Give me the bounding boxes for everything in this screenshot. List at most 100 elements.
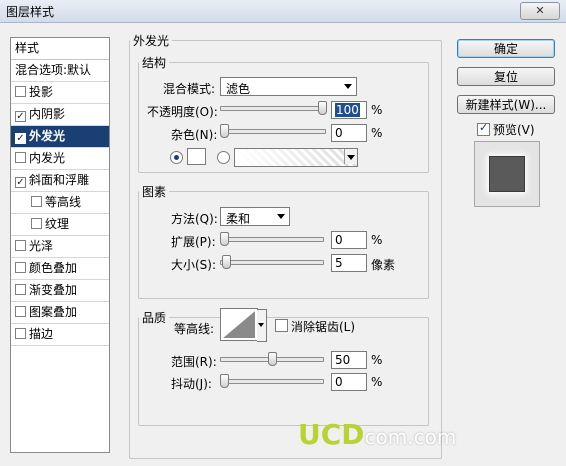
noise-slider-thumb[interactable] xyxy=(220,124,229,138)
checked-checkbox-icon[interactable]: ✓ xyxy=(15,133,26,144)
noise-slider[interactable] xyxy=(220,124,326,138)
style-list-item-label: 图案叠加 xyxy=(29,305,78,319)
checked-checkbox-icon[interactable]: ✓ xyxy=(15,177,26,188)
style-list-item-label: 光泽 xyxy=(29,239,54,253)
chevron-down-icon xyxy=(277,214,285,219)
spread-slider-thumb[interactable] xyxy=(220,232,229,246)
style-list-item[interactable]: 光泽 xyxy=(11,236,109,258)
range-label: 范围(R): xyxy=(171,355,217,369)
jitter-unit: % xyxy=(371,375,383,389)
contour-picker[interactable] xyxy=(220,308,267,342)
ok-button[interactable]: 确定 xyxy=(457,39,555,58)
glow-color-swatch[interactable] xyxy=(187,148,206,165)
spread-slider[interactable] xyxy=(220,232,324,246)
watermark-logo-text: UCD xyxy=(298,418,365,451)
jitter-input[interactable]: 0 xyxy=(331,373,367,391)
opacity-unit: % xyxy=(371,103,383,117)
opacity-slider-thumb[interactable] xyxy=(318,101,327,115)
checkbox-icon[interactable] xyxy=(15,86,26,97)
elements-title: 图素 xyxy=(142,185,167,199)
style-list-item-label: 描边 xyxy=(29,327,54,341)
style-list-item-label: 投影 xyxy=(29,85,54,99)
chevron-down-icon[interactable] xyxy=(257,309,267,342)
style-list: 样式 混合选项:默认 投影 ✓ 内阴影 ✓ 外发光 内发光 ✓ 斜面和浮雕 等高线 纹理 光泽 颜色叠加… xyxy=(10,37,110,453)
color-radio[interactable] xyxy=(170,151,183,164)
noise-unit: % xyxy=(371,126,383,140)
checkbox-icon[interactable] xyxy=(31,196,42,207)
style-preview-thumbnail xyxy=(474,141,540,207)
close-icon[interactable]: ✕ xyxy=(520,2,560,20)
method-select[interactable]: 柔和 xyxy=(220,207,290,226)
range-input[interactable]: 50 xyxy=(331,351,367,369)
gradient-radio[interactable] xyxy=(217,151,230,164)
style-list-item[interactable]: 内发光 xyxy=(11,148,109,170)
window-title: 图层样式 xyxy=(6,5,55,19)
contour-linear-icon xyxy=(223,311,255,338)
style-list-item[interactable]: 图案叠加 xyxy=(11,302,109,324)
size-slider-thumb[interactable] xyxy=(222,255,231,269)
quality-title: 品质 xyxy=(142,311,167,325)
style-list-item[interactable]: 等高线 xyxy=(11,192,109,214)
contour-label: 等高线: xyxy=(174,322,215,336)
style-list-item[interactable]: 纹理 xyxy=(11,214,109,236)
noise-value: 0 xyxy=(335,126,343,140)
size-label: 大小(S): xyxy=(171,258,217,272)
opacity-value: 100 xyxy=(335,103,360,117)
range-slider[interactable] xyxy=(220,352,324,366)
checkbox-icon[interactable] xyxy=(31,218,42,229)
size-slider-track xyxy=(220,260,324,265)
style-list-item[interactable]: ✓ 外发光 xyxy=(11,126,109,148)
antialias-label[interactable]: 消除锯齿(L) xyxy=(291,318,355,335)
opacity-slider[interactable] xyxy=(220,101,327,115)
blend-mode-label: 混合模式: xyxy=(163,82,216,96)
chevron-down-icon xyxy=(344,84,352,89)
range-value: 50 xyxy=(335,353,351,367)
size-slider[interactable] xyxy=(220,255,324,269)
checkbox-icon[interactable] xyxy=(15,306,26,317)
style-list-item-label: 内发光 xyxy=(29,151,66,165)
size-input[interactable]: 5 xyxy=(331,254,367,272)
noise-input[interactable]: 0 xyxy=(331,124,367,142)
preview-label[interactable]: 预览(V) xyxy=(493,121,535,138)
glow-gradient-picker[interactable] xyxy=(234,148,358,167)
spread-slider-track xyxy=(220,237,324,242)
range-slider-thumb[interactable] xyxy=(268,352,277,366)
style-list-item[interactable]: ✓ 斜面和浮雕 xyxy=(11,170,109,192)
jitter-slider[interactable] xyxy=(220,374,324,388)
checkbox-icon[interactable] xyxy=(15,262,26,273)
outer-glow-title: 外发光 xyxy=(133,34,170,48)
reset-button[interactable]: 复位 xyxy=(457,67,555,86)
style-list-header[interactable]: 样式 xyxy=(11,38,109,60)
style-list-item[interactable]: 渐变叠加 xyxy=(11,280,109,302)
watermark-logo: UCDcom.com xyxy=(298,418,538,460)
checked-checkbox-icon[interactable]: ✓ xyxy=(15,111,26,122)
chevron-down-icon[interactable] xyxy=(344,149,357,164)
preview-checkbox[interactable] xyxy=(477,121,490,136)
style-list-item-label: 外发光 xyxy=(29,129,66,143)
checkbox-icon[interactable] xyxy=(15,240,26,251)
antialias-checkbox[interactable] xyxy=(275,319,288,332)
jitter-value: 0 xyxy=(335,375,343,389)
style-list-item[interactable]: 混合选项:默认 xyxy=(11,60,109,82)
jitter-slider-track xyxy=(220,379,324,384)
blend-mode-value: 滤色 xyxy=(226,82,251,96)
method-value: 柔和 xyxy=(226,212,251,226)
new-style-button[interactable]: 新建样式(W)... xyxy=(457,95,555,114)
title-bar: 图层样式 ✕ xyxy=(0,0,566,23)
checkbox-icon[interactable] xyxy=(15,152,26,163)
opacity-input[interactable]: 100 xyxy=(331,101,367,119)
preview-swatch xyxy=(489,156,525,192)
style-list-item-label: 内阴影 xyxy=(29,107,66,121)
checkbox-icon[interactable] xyxy=(15,328,26,339)
blend-mode-select[interactable]: 滤色 xyxy=(220,77,357,96)
jitter-label: 抖动(J): xyxy=(171,377,212,391)
style-list-item-label: 混合选项:默认 xyxy=(15,63,92,77)
style-list-item[interactable]: 颜色叠加 xyxy=(11,258,109,280)
style-list-item[interactable]: 描边 xyxy=(11,324,109,346)
jitter-slider-thumb[interactable] xyxy=(220,374,229,388)
checkbox-icon[interactable] xyxy=(15,284,26,295)
style-list-item[interactable]: 投影 xyxy=(11,82,109,104)
style-list-item[interactable]: ✓ 内阴影 xyxy=(11,104,109,126)
style-list-item-label: 斜面和浮雕 xyxy=(29,173,90,187)
spread-input[interactable]: 0 xyxy=(331,231,367,249)
